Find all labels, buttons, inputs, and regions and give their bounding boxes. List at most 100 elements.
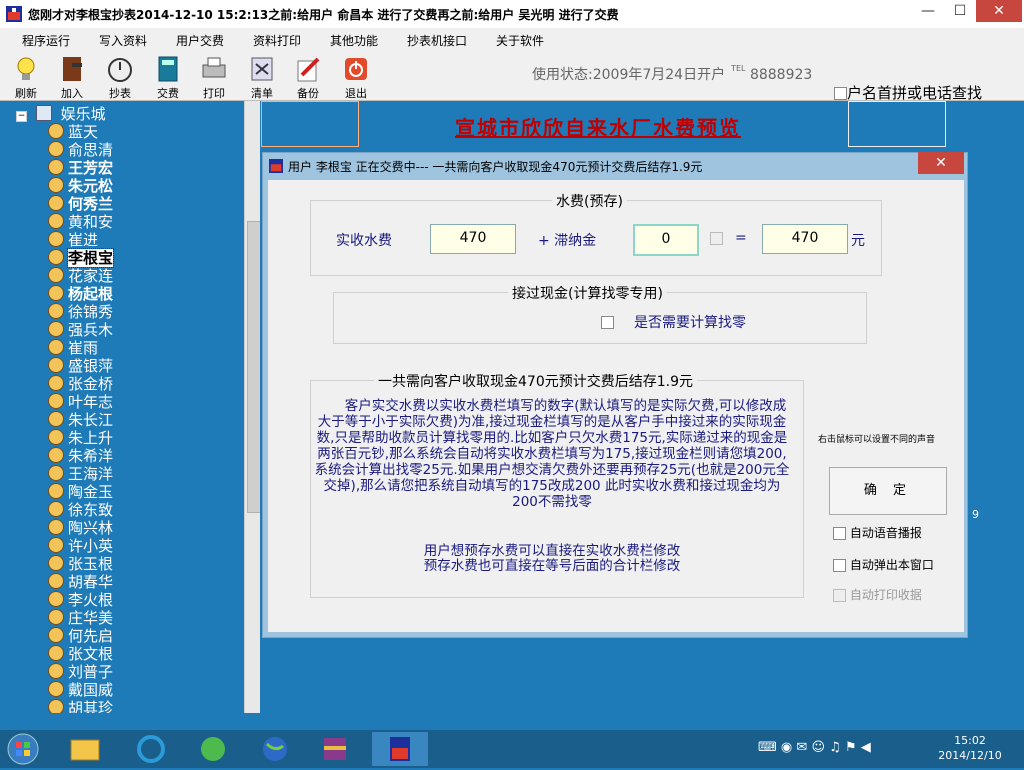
collapse-icon[interactable]: −: [16, 111, 27, 122]
tree-item-selected[interactable]: 李根宝: [48, 247, 115, 268]
menu-write-data[interactable]: 写入资料: [99, 32, 147, 49]
tree-item[interactable]: 强兵木: [48, 319, 113, 339]
app-icon: [390, 737, 410, 761]
keyboard-icon[interactable]: ⌨: [758, 740, 777, 755]
scroll-thumb[interactable]: [247, 221, 261, 513]
tree-item[interactable]: 陶金玉: [48, 481, 113, 501]
tree-item[interactable]: 刘普子: [48, 661, 113, 681]
tree-item[interactable]: 朱上升: [48, 427, 113, 447]
actual-fee-input[interactable]: 470: [430, 224, 516, 254]
exit-button[interactable]: 退出: [338, 52, 374, 100]
maximize-button[interactable]: ☐: [944, 0, 976, 22]
tree-item[interactable]: 胡其珍: [48, 697, 113, 713]
menu-data-print[interactable]: 资料打印: [253, 32, 301, 49]
tree-item[interactable]: 何秀兰: [48, 193, 113, 213]
tree-scrollbar[interactable]: [244, 101, 261, 713]
network-icon[interactable]: ◉: [781, 740, 792, 755]
menu-other-functions[interactable]: 其他功能: [330, 32, 378, 49]
tree-item[interactable]: 庄华美: [48, 607, 113, 627]
taskbar-ie[interactable]: [128, 732, 174, 766]
user-face-icon: [48, 609, 64, 625]
minimize-button[interactable]: —: [912, 0, 944, 22]
taskbar-winrar[interactable]: [312, 732, 358, 766]
tree-item[interactable]: 张金桥: [48, 373, 113, 393]
confirm-button[interactable]: 确 定: [829, 467, 947, 515]
auto-voice-option[interactable]: 自动语音播报: [833, 524, 922, 541]
change-label: 是否需要计算找零: [634, 315, 746, 331]
user-face-icon: [48, 663, 64, 679]
tree-item[interactable]: 崔进: [48, 229, 98, 249]
preview-title: 宣城市欣欣自来水厂水费预览: [455, 116, 741, 140]
auto-print-checkbox[interactable]: [833, 589, 846, 602]
menu-reader-interface[interactable]: 抄表机接口: [407, 32, 467, 49]
tree-item[interactable]: 张玉根: [48, 553, 113, 573]
tree-item[interactable]: 蓝天: [48, 121, 98, 141]
lightbulb-icon: [17, 57, 35, 80]
tree-item[interactable]: 许小英: [48, 535, 113, 555]
tree-item[interactable]: 花家连: [48, 265, 113, 285]
backup-button[interactable]: 备份: [290, 52, 326, 100]
actual-fee-label: 实收水费: [336, 233, 392, 249]
tree-item[interactable]: 黄和安: [48, 211, 113, 231]
flag-icon[interactable]: ⚑: [845, 740, 857, 755]
auto-popup-checkbox[interactable]: [833, 559, 846, 572]
late-fee-input[interactable]: 0: [633, 224, 699, 256]
taskbar-water-app[interactable]: [372, 732, 428, 766]
close-button[interactable]: ✕: [976, 0, 1022, 22]
input-method-icon[interactable]: ✉: [796, 740, 807, 755]
taskbar-clock[interactable]: 15:02 2014/12/10: [930, 733, 1010, 763]
tree-item[interactable]: 戴国威: [48, 679, 113, 699]
tree-item[interactable]: 叶年志: [48, 391, 113, 411]
tree-item[interactable]: 李火根: [48, 589, 113, 609]
tree-item[interactable]: 王芳宏: [48, 157, 113, 177]
speaker-icon[interactable]: ◀: [861, 740, 871, 755]
volume-icon[interactable]: ♫: [829, 740, 841, 755]
tree-item[interactable]: 杨起根: [48, 283, 113, 303]
taskbar-explorer[interactable]: [62, 732, 108, 766]
start-button[interactable]: [4, 732, 46, 766]
list-icon: [251, 57, 273, 81]
user-face-icon: [48, 501, 64, 517]
print-button[interactable]: 打印: [196, 52, 232, 100]
late-fee-checkbox[interactable]: [710, 232, 723, 245]
total-input[interactable]: 470: [762, 224, 848, 254]
tree-item[interactable]: 朱元松: [48, 175, 113, 195]
search-checkbox[interactable]: [834, 87, 847, 100]
meter-read-button[interactable]: 抄表: [102, 52, 138, 100]
tree-item[interactable]: 崔雨: [48, 337, 98, 357]
menu-program-run[interactable]: 程序运行: [22, 32, 70, 49]
refresh-button[interactable]: 刷新: [8, 52, 44, 100]
tree-item[interactable]: 何先启: [48, 625, 113, 645]
tree-item[interactable]: 朱希洋: [48, 445, 113, 465]
add-button[interactable]: 加入: [54, 52, 90, 100]
user-face-icon: [48, 123, 64, 139]
user-face-icon: [48, 213, 64, 229]
auto-popup-option[interactable]: 自动弹出本窗口: [833, 556, 934, 573]
payment-button[interactable]: 交费: [150, 52, 186, 100]
tree-item[interactable]: 朱长江: [48, 409, 113, 429]
auto-voice-checkbox[interactable]: [833, 527, 846, 540]
user-face-icon: [48, 177, 64, 193]
change-checkbox[interactable]: [601, 316, 614, 329]
user-face-icon: [48, 591, 64, 607]
qq-icon[interactable]: ☺: [811, 740, 825, 755]
taskbar-browser[interactable]: [190, 732, 236, 766]
menu-user-payment[interactable]: 用户交费: [176, 32, 224, 49]
search-by-name-phone[interactable]: 户名首拼或电话查找: [834, 82, 982, 103]
tree-item[interactable]: 陶兴林: [48, 517, 113, 537]
dialog-close-button[interactable]: ✕: [918, 152, 964, 174]
tree-item[interactable]: 徐锦秀: [48, 301, 113, 321]
tree-item[interactable]: 胡春华: [48, 571, 113, 591]
menu-about[interactable]: 关于软件: [496, 32, 544, 49]
tree-item[interactable]: 王海洋: [48, 463, 113, 483]
auto-print-option[interactable]: 自动打印收据: [833, 586, 922, 603]
tree-item[interactable]: 俞思清: [48, 139, 113, 159]
tree-item[interactable]: 徐东致: [48, 499, 113, 519]
taskbar-globe[interactable]: [252, 732, 298, 766]
user-face-icon: [48, 249, 64, 265]
user-face-icon: [48, 339, 64, 355]
tree-item[interactable]: 张文根: [48, 643, 113, 663]
tree-item[interactable]: 盛银萍: [48, 355, 113, 375]
list-button[interactable]: 清单: [244, 52, 280, 100]
preview-fragment: 9: [972, 508, 979, 521]
